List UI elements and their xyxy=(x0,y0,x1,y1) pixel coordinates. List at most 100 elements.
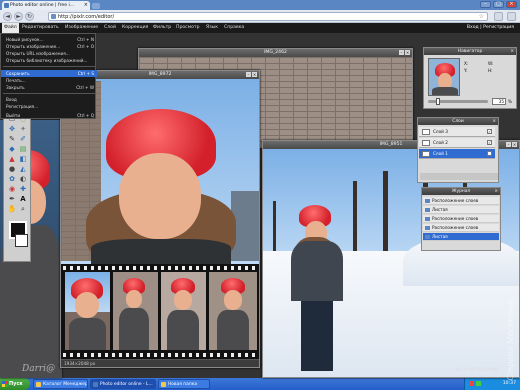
taskbar-item[interactable]: Каталог Менеджер xyxy=(33,379,88,389)
menu-view[interactable]: Просмотр xyxy=(176,23,200,33)
layer-visibility-checkbox[interactable]: ✓ xyxy=(487,151,492,156)
window-minimize-icon[interactable]: – xyxy=(506,142,511,147)
history-item[interactable]: Расположение слоев xyxy=(423,197,499,205)
browser-nav-bar: ◄ ► ↻ http://pixlr.com/editor/ ☆ xyxy=(0,10,520,23)
history-item[interactable]: Расположение слоев xyxy=(423,224,499,232)
spot-heal-tool-icon[interactable]: ✚ xyxy=(18,185,28,194)
menu-item-save[interactable]: Сохранить Ctrl + S xyxy=(1,70,97,77)
hand-tool-icon[interactable]: ✋ xyxy=(7,205,17,214)
menu-item-open-url[interactable]: Открыть URL изображения... xyxy=(1,50,97,57)
window-minimize-icon[interactable]: – xyxy=(399,50,404,55)
tray-icon[interactable] xyxy=(476,381,481,386)
menu-filter[interactable]: Фильтр xyxy=(153,23,171,33)
forward-button[interactable]: ► xyxy=(14,12,23,21)
window-controls: – □ × xyxy=(480,1,517,8)
menu-file[interactable]: Файл xyxy=(2,23,19,33)
maximize-button[interactable]: □ xyxy=(493,1,504,8)
minimize-button[interactable]: – xyxy=(480,1,491,8)
sponge-tool-icon[interactable]: ✿ xyxy=(7,175,17,184)
menu-item-new[interactable]: Новый рисунок... Ctrl + N xyxy=(1,36,97,43)
stamp-tool-icon[interactable]: ▲ xyxy=(7,155,17,164)
zoom-input[interactable]: 35 xyxy=(492,98,506,105)
menu-edit[interactable]: Редактировать xyxy=(22,23,59,33)
address-bar[interactable]: http://pixlr.com/editor/ ☆ xyxy=(48,12,488,21)
dodge-tool-icon[interactable]: ◐ xyxy=(18,175,28,184)
menu-help[interactable]: Справка xyxy=(224,23,244,33)
layer-visibility-checkbox[interactable]: ✓ xyxy=(487,129,492,134)
eyedropper-tool-icon[interactable]: ✒ xyxy=(7,195,17,204)
panel-close-icon[interactable]: × xyxy=(510,48,514,55)
menu-language[interactable]: Язык xyxy=(206,23,218,33)
menu-image[interactable]: Изображение xyxy=(65,23,98,33)
panel-close-icon[interactable]: × xyxy=(492,118,496,125)
window-close-icon[interactable]: × xyxy=(252,72,257,77)
menu-adjustment[interactable]: Коррекция xyxy=(122,23,148,33)
navigator-preview[interactable] xyxy=(428,58,460,96)
history-item[interactable]: Листая xyxy=(423,206,499,214)
zoom-slider-handle[interactable] xyxy=(436,98,440,105)
menu-item-print[interactable]: Печать... xyxy=(1,77,97,84)
layers-toolbar xyxy=(420,173,498,180)
history-item[interactable]: Расположение слоев xyxy=(423,215,499,223)
windows-taskbar: Пуск Каталог Менеджер Photo editor onlin… xyxy=(0,378,520,390)
layer-row-selected[interactable]: Слой 1 ✓ xyxy=(419,149,495,159)
folder-icon xyxy=(161,382,166,387)
menu-item-register[interactable]: Регистрация... xyxy=(1,103,97,110)
wrench-icon[interactable] xyxy=(507,12,516,21)
panel-close-icon[interactable]: × xyxy=(494,188,498,195)
page-menu-icon[interactable] xyxy=(494,12,503,21)
taskbar-item[interactable]: Новая папка xyxy=(158,379,210,389)
close-window-button[interactable]: × xyxy=(506,1,517,8)
tray-icon[interactable] xyxy=(469,381,474,386)
layer-row[interactable]: Слой 3 ✓ xyxy=(419,127,495,137)
menu-item-open-library[interactable]: Открыть библиотеку изображений... xyxy=(1,57,97,64)
panel-title[interactable]: Журнал × xyxy=(422,188,500,195)
gradient-tool-icon[interactable]: ▤ xyxy=(18,145,28,154)
text-tool-icon[interactable]: A xyxy=(18,195,28,204)
brush-tool-icon[interactable]: ✐ xyxy=(18,135,28,144)
redeye-tool-icon[interactable]: ◉ xyxy=(7,185,17,194)
pixlr-favicon-icon xyxy=(4,3,9,8)
menu-layer[interactable]: Слой xyxy=(104,23,116,33)
window-close-icon[interactable]: × xyxy=(512,142,517,147)
wand-tool-icon[interactable]: ✦ xyxy=(18,125,28,134)
background-color-swatch[interactable] xyxy=(15,234,28,247)
login-register-link[interactable]: Вход | Регистрация xyxy=(467,23,514,33)
windows-logo-icon xyxy=(2,381,8,387)
menu-item-exit[interactable]: Выйти Ctrl + Q xyxy=(1,112,97,119)
panel-title[interactable]: Навигатор × xyxy=(424,48,516,55)
blur-tool-icon[interactable]: ● xyxy=(7,165,17,174)
browser-tab-bar: Photo editor online | free i... × – □ × xyxy=(0,0,520,10)
layer-visibility-checkbox[interactable]: ✓ xyxy=(487,140,492,145)
browser-tab[interactable]: Photo editor online | free i... × xyxy=(2,1,90,10)
back-button[interactable]: ◄ xyxy=(3,12,12,21)
history-item-selected[interactable]: Листая xyxy=(423,233,499,241)
menu-item-login[interactable]: Вход xyxy=(1,96,97,103)
eraser-tool-icon[interactable]: ◧ xyxy=(18,155,28,164)
window-close-icon[interactable]: × xyxy=(405,50,410,55)
browser-icon xyxy=(93,382,98,387)
file-dropdown-menu: Новый рисунок... Ctrl + N Открыть изображ… xyxy=(0,33,97,119)
bookmark-star-icon[interactable]: ☆ xyxy=(479,13,484,21)
layer-thumbnail xyxy=(422,151,430,157)
layer-row[interactable]: Слой 2 ✓ xyxy=(419,138,495,148)
menu-item-open[interactable]: Открыть изображение... Ctrl + O xyxy=(1,43,97,50)
panel-title[interactable]: Слои × xyxy=(418,118,498,125)
move-tool-icon[interactable]: ✥ xyxy=(7,125,17,134)
reload-button[interactable]: ↻ xyxy=(25,12,34,21)
menu-item-close[interactable]: Закрыть Ctrl + W xyxy=(1,84,97,91)
sharpen-tool-icon[interactable]: ◭ xyxy=(18,165,28,174)
history-step-icon xyxy=(425,208,430,212)
bucket-tool-icon[interactable]: ◆ xyxy=(7,145,17,154)
new-tab-button[interactable] xyxy=(92,3,100,9)
taskbar-item-active[interactable]: Photo editor online - L... xyxy=(90,379,156,389)
window-minimize-icon[interactable]: – xyxy=(246,72,251,77)
girl-face xyxy=(119,153,201,239)
zoom-tool-icon[interactable]: ⌕ xyxy=(18,205,28,214)
tab-close-icon[interactable]: × xyxy=(84,1,88,10)
pencil-tool-icon[interactable]: ✎ xyxy=(7,135,17,144)
page-icon xyxy=(51,14,56,19)
start-button[interactable]: Пуск xyxy=(0,378,30,390)
window-title[interactable]: IMG_2462 – × xyxy=(139,49,412,57)
toolbox: ▭ ◌ ✥ ✦ ✎ ✐ ◆ ▤ ▲ ◧ ● ◭ ✿ ◐ ◉ ✚ ✒ A ✋ ⌕ xyxy=(3,112,31,262)
